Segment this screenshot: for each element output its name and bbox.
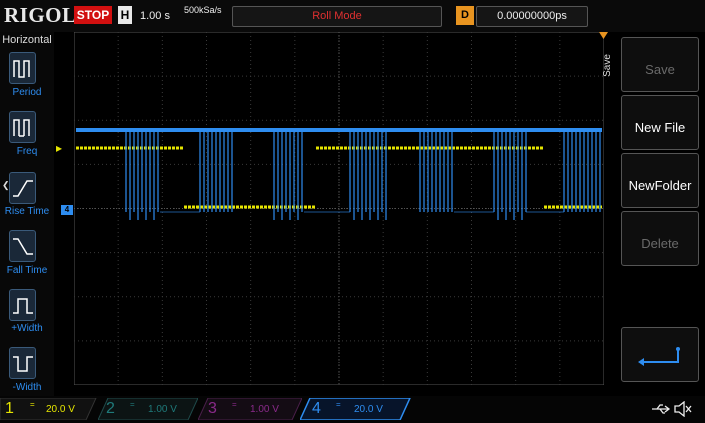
- ch1-scale: 20.0 V: [46, 404, 75, 415]
- enter-button[interactable]: [621, 327, 699, 382]
- rise-time-icon: [13, 180, 33, 197]
- ch3-scale: 1.00 V: [250, 404, 279, 415]
- positive-width-label: +Width: [11, 323, 43, 334]
- rise-time-button[interactable]: [9, 172, 36, 204]
- ch1-coupling: =: [30, 400, 35, 409]
- period-button[interactable]: [9, 52, 36, 84]
- fall-time-button[interactable]: [9, 230, 36, 262]
- ch3-chip[interactable]: 3 = 1.00 V: [202, 398, 298, 420]
- run-stop-indicator[interactable]: STOP: [74, 6, 112, 24]
- ch1-ground-marker[interactable]: ▸: [56, 142, 62, 154]
- positive-width-button[interactable]: [9, 289, 36, 321]
- save-button[interactable]: Save: [621, 37, 699, 92]
- brand-logo: RIGOL: [4, 3, 77, 27]
- positive-width-icon: [13, 298, 33, 314]
- speaker-mute-icon: [674, 401, 692, 417]
- negative-width-button[interactable]: [9, 347, 36, 379]
- ch1-number: 1: [5, 400, 14, 417]
- ch1-chip[interactable]: 1 = 20.0 V: [0, 398, 96, 420]
- frequency-icon: [13, 119, 30, 137]
- usb-icon: [652, 404, 671, 414]
- menu-title: Horizontal: [2, 34, 52, 46]
- ch2-coupling: =: [130, 400, 135, 409]
- negative-width-icon: [13, 356, 33, 372]
- ch3-coupling: =: [232, 400, 237, 409]
- rise-time-label: Rise Time: [4, 206, 50, 217]
- horizontal-delay[interactable]: 0.00000000ps: [476, 6, 588, 27]
- ch3-number: 3: [208, 400, 217, 417]
- ch4-scale: 20.0 V: [354, 404, 383, 415]
- enter-icon: [638, 347, 680, 366]
- ch4-ground-marker[interactable]: 4: [61, 205, 73, 215]
- delete-button[interactable]: Delete: [621, 211, 699, 266]
- negative-width-label: -Width: [12, 382, 42, 393]
- sample-rate: 500kSa/s: [184, 5, 222, 15]
- ch4-number: 4: [312, 400, 321, 417]
- new-folder-button[interactable]: NewFolder: [621, 153, 699, 208]
- frequency-button[interactable]: [9, 111, 36, 143]
- ch4-coupling: =: [336, 400, 341, 409]
- fall-time-icon: [13, 238, 33, 255]
- ch2-scale: 1.00 V: [148, 404, 177, 415]
- acquisition-mode: Roll Mode: [232, 6, 442, 27]
- timebase-value[interactable]: 1.00 s: [140, 10, 170, 22]
- delay-badge: D: [456, 6, 474, 25]
- waveform-display[interactable]: [74, 32, 604, 385]
- timebase-badge: H: [118, 6, 132, 24]
- frequency-label: Freq: [16, 146, 38, 157]
- new-file-button[interactable]: New File: [621, 95, 699, 150]
- save-menu-title: Save: [601, 54, 613, 77]
- ch2-number: 2: [106, 400, 115, 417]
- ch4-chip[interactable]: 4 = 20.0 V: [304, 398, 404, 420]
- period-label: Period: [12, 87, 42, 98]
- ch2-chip[interactable]: 2 = 1.00 V: [100, 398, 196, 420]
- period-icon: [13, 60, 30, 78]
- fall-time-label: Fall Time: [6, 265, 48, 276]
